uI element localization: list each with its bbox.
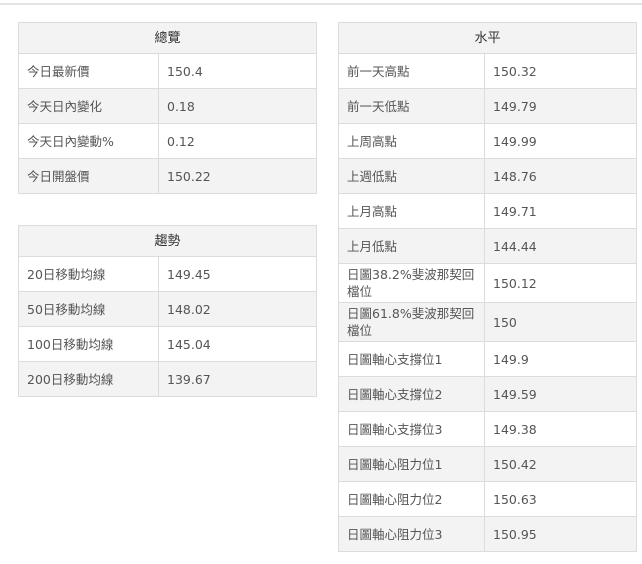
row-value: 0.12 xyxy=(157,123,318,159)
row-value: 149.99 xyxy=(483,123,638,159)
row-value: 149.9 xyxy=(483,341,638,377)
row-label: 今天日內變化 xyxy=(18,88,159,124)
row-value: 148.76 xyxy=(483,158,638,194)
row-value: 149.38 xyxy=(483,411,638,447)
table-row: 日圖軸心阻力位2 150.63 xyxy=(338,481,638,517)
table-row: 上月高點 149.71 xyxy=(338,193,638,229)
row-label: 日圖軸心阻力位1 xyxy=(338,446,485,482)
row-value: 150.63 xyxy=(483,481,638,517)
table-row: 日圖軸心阻力位1 150.42 xyxy=(338,446,638,482)
table-row: 前一天高點 150.32 xyxy=(338,53,638,89)
row-value: 148.02 xyxy=(157,291,318,327)
row-label: 上週低點 xyxy=(338,158,485,194)
row-value: 0.18 xyxy=(157,88,318,124)
row-value: 150.32 xyxy=(483,53,638,89)
row-value: 150.42 xyxy=(483,446,638,482)
table-row: 日圖軸心支撐位3 149.38 xyxy=(338,411,638,447)
table-row: 上週低點 148.76 xyxy=(338,158,638,194)
trend-title: 趨勢 xyxy=(17,225,318,257)
row-label: 日圖軸心支撐位2 xyxy=(338,376,485,412)
row-label: 上月高點 xyxy=(338,193,485,229)
row-label: 今天日內變動% xyxy=(18,123,159,159)
row-label: 20日移動均線 xyxy=(18,256,159,292)
table-row: 200日移動均線 139.67 xyxy=(18,361,318,397)
row-value: 150.12 xyxy=(483,263,638,303)
row-label: 今日開盤價 xyxy=(18,158,159,194)
row-value: 139.67 xyxy=(157,361,318,397)
table-row: 上月低點 144.44 xyxy=(338,228,638,264)
row-value: 150.95 xyxy=(483,516,638,552)
row-value: 150 xyxy=(483,302,638,342)
row-value: 149.71 xyxy=(483,193,638,229)
table-row: 前一天低點 149.79 xyxy=(338,88,638,124)
row-label: 日圖軸心阻力位3 xyxy=(338,516,485,552)
row-label: 日圖軸心阻力位2 xyxy=(338,481,485,517)
table-row: 上周高點 149.99 xyxy=(338,123,638,159)
table-row: 今日開盤價 150.22 xyxy=(18,158,318,194)
table-row: 今天日內變化 0.18 xyxy=(18,88,318,124)
row-label: 日圖軸心支撐位1 xyxy=(338,341,485,377)
row-label: 100日移動均線 xyxy=(18,326,159,362)
row-label: 上周高點 xyxy=(338,123,485,159)
table-row: 日圖38.2%斐波那契回檔位 150.12 xyxy=(338,263,638,303)
levels-title: 水平 xyxy=(337,22,638,54)
row-value: 150.22 xyxy=(157,158,318,194)
row-value: 149.59 xyxy=(483,376,638,412)
row-label: 200日移動均線 xyxy=(18,361,159,397)
overview-title: 總覽 xyxy=(17,22,318,54)
row-label: 今日最新價 xyxy=(18,53,159,89)
row-value: 149.45 xyxy=(157,256,318,292)
row-label: 日圖38.2%斐波那契回檔位 xyxy=(338,263,485,303)
row-label: 50日移動均線 xyxy=(18,291,159,327)
row-label: 前一天低點 xyxy=(338,88,485,124)
table-row: 今天日內變動% 0.12 xyxy=(18,123,318,159)
table-row: 日圖61.8%斐波那契回檔位 150 xyxy=(338,302,638,342)
row-label: 日圖61.8%斐波那契回檔位 xyxy=(338,302,485,342)
row-label: 日圖軸心支撐位3 xyxy=(338,411,485,447)
row-value: 145.04 xyxy=(157,326,318,362)
table-row: 20日移動均線 149.45 xyxy=(18,256,318,292)
row-label: 上月低點 xyxy=(338,228,485,264)
row-value: 144.44 xyxy=(483,228,638,264)
table-row: 日圖軸心阻力位3 150.95 xyxy=(338,516,638,552)
table-row: 100日移動均線 145.04 xyxy=(18,326,318,362)
levels-table: 水平 前一天高點 150.32 前一天低點 149.79 上周高點 149.99… xyxy=(337,22,638,552)
table-row: 日圖軸心支撐位1 149.9 xyxy=(338,341,638,377)
table-row: 今日最新價 150.4 xyxy=(18,53,318,89)
row-value: 149.79 xyxy=(483,88,638,124)
overview-table: 總覽 今日最新價 150.4 今天日內變化 0.18 今天日內變動% 0.12 … xyxy=(17,22,318,194)
row-value: 150.4 xyxy=(157,53,318,89)
trend-table: 趨勢 20日移動均線 149.45 50日移動均線 148.02 100日移動均… xyxy=(17,225,318,397)
table-row: 日圖軸心支撐位2 149.59 xyxy=(338,376,638,412)
table-row: 50日移動均線 148.02 xyxy=(18,291,318,327)
top-divider xyxy=(0,3,642,5)
row-label: 前一天高點 xyxy=(338,53,485,89)
